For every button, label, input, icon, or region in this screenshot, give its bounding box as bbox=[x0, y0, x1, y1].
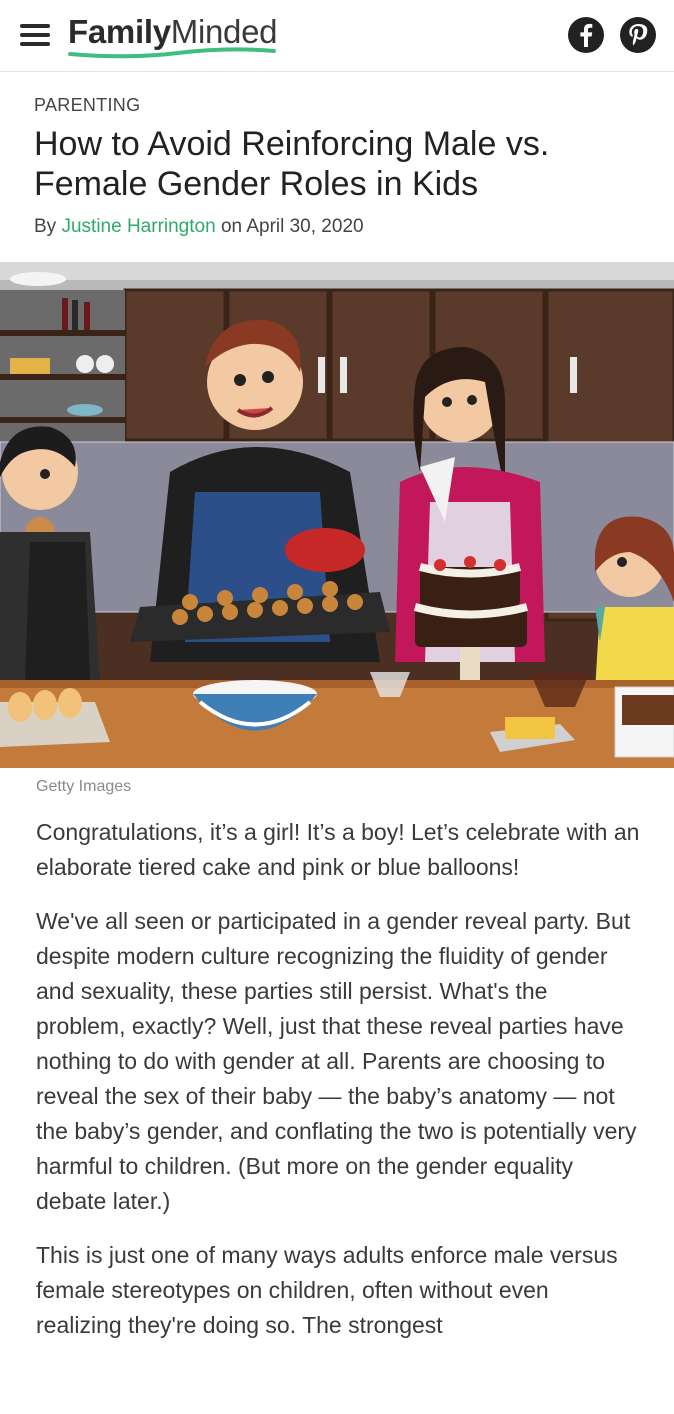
site-header: FamilyMinded bbox=[0, 0, 674, 72]
article-paragraph: We've all seen or participated in a gend… bbox=[36, 908, 637, 1214]
pinterest-icon bbox=[629, 24, 648, 46]
publish-date: April 30, 2020 bbox=[246, 216, 364, 237]
family-baking-illustration bbox=[0, 262, 674, 768]
article-paragraph: This is just one of many ways adults enf… bbox=[36, 1242, 618, 1338]
site-logo[interactable]: FamilyMinded bbox=[68, 12, 277, 59]
logo-swoosh-icon bbox=[68, 47, 276, 59]
article-paragraph: Congratulations, it’s a girl! It’s a boy… bbox=[36, 819, 640, 880]
article-header: PARENTING How to Avoid Reinforcing Male … bbox=[0, 72, 674, 240]
image-credit: Getty Images bbox=[36, 778, 132, 795]
facebook-share-button[interactable] bbox=[568, 17, 604, 53]
author-link[interactable]: Justine Harrington bbox=[61, 216, 215, 237]
article-title: How to Avoid Reinforcing Male vs. Female… bbox=[34, 125, 550, 203]
article-byline: By Justine Harrington on April 30, 2020 bbox=[34, 214, 640, 240]
article-body: Congratulations, it’s a girl! It’s a boy… bbox=[36, 815, 640, 1362]
hamburger-menu-icon[interactable] bbox=[20, 24, 50, 48]
facebook-icon bbox=[580, 23, 593, 47]
byline-on: on bbox=[220, 216, 243, 237]
article-category-link[interactable]: PARENTING bbox=[34, 94, 640, 116]
pinterest-share-button[interactable] bbox=[620, 17, 656, 53]
byline-prefix: By bbox=[34, 216, 57, 237]
hero-illustration bbox=[0, 262, 674, 768]
